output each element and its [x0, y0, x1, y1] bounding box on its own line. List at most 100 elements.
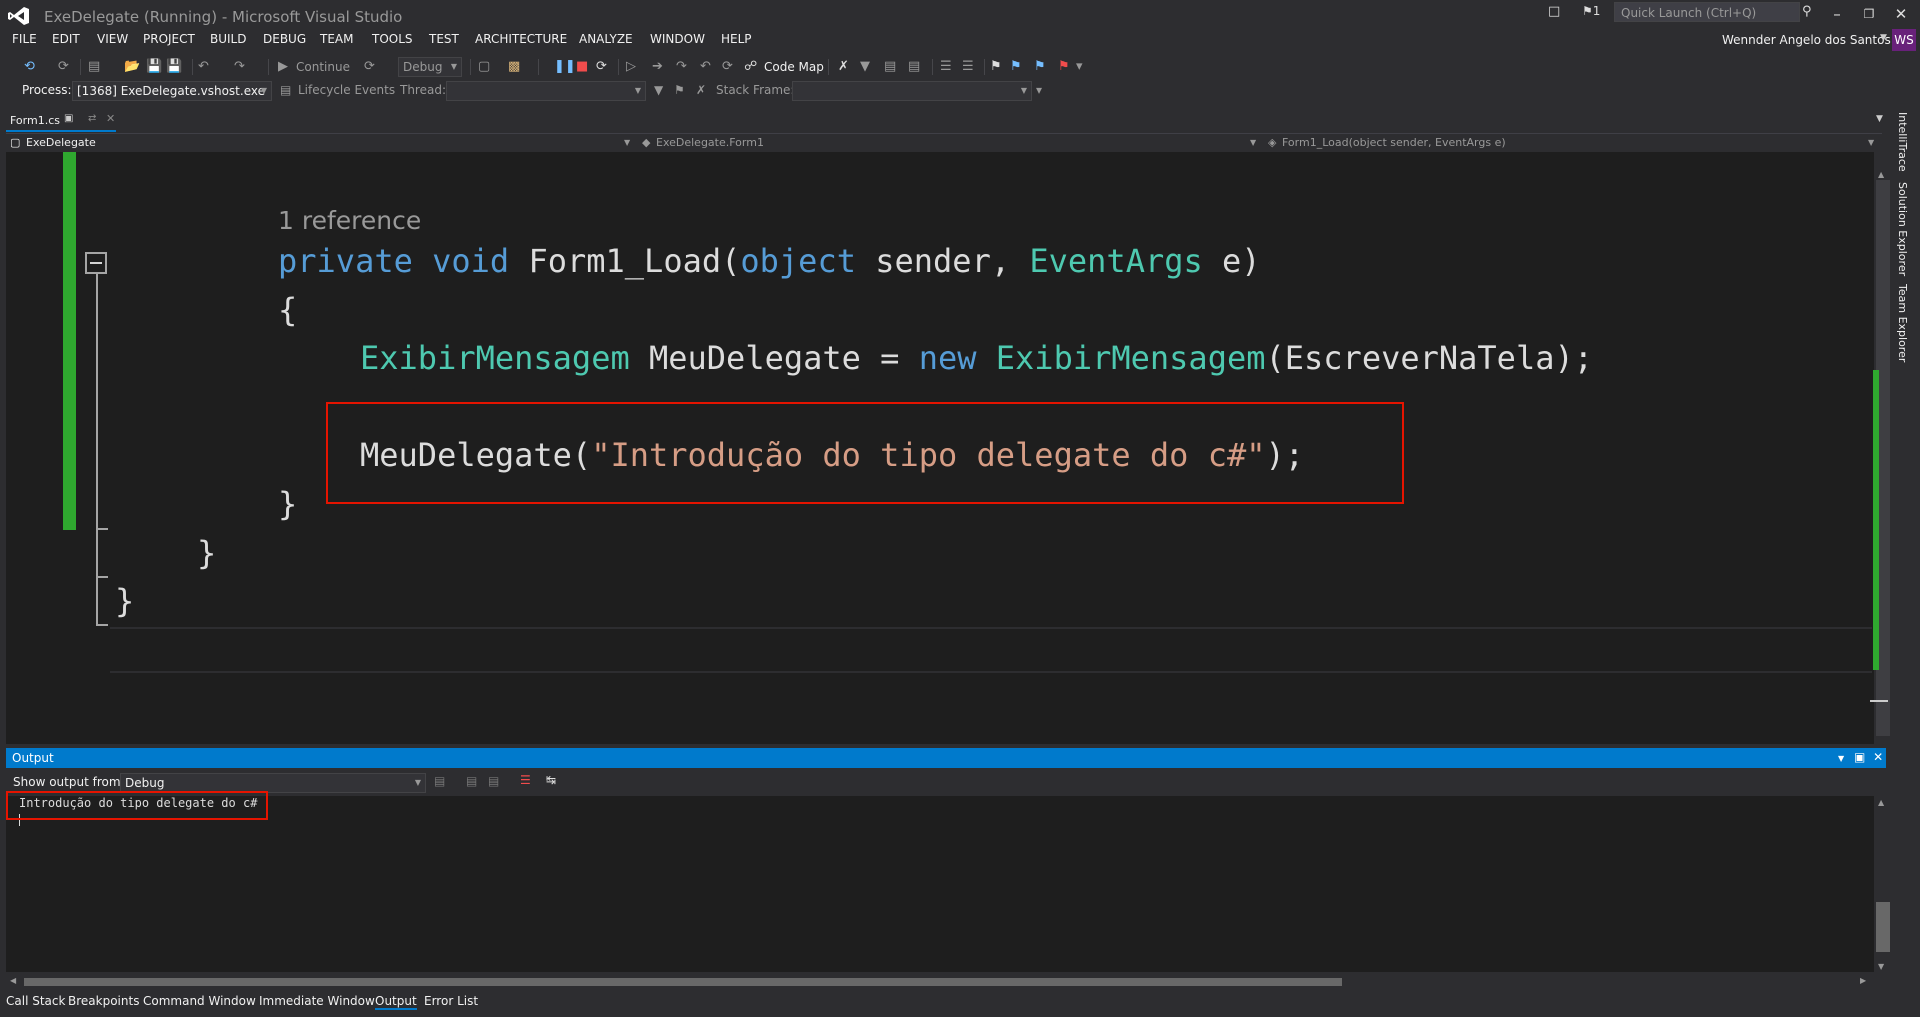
step-out-icon[interactable]: ↶ [700, 56, 711, 78]
code-line-close-brace[interactable]: } [278, 484, 297, 524]
chevron-down-icon[interactable]: ▼ [1880, 33, 1887, 43]
code-line-open-brace[interactable]: { [278, 290, 297, 330]
menu-build[interactable]: BUILD [210, 32, 246, 46]
navigate-back-icon[interactable]: ⟲ [24, 56, 35, 78]
process-dropdown[interactable]: [1368] ExeDelegate.vshost.exe ▼ [72, 81, 272, 101]
save-icon[interactable]: 💾 [146, 56, 162, 78]
avatar[interactable]: WS [1892, 29, 1916, 51]
active-files-dropdown-icon[interactable]: ▼ [1876, 114, 1883, 124]
feedback-flag-icon[interactable]: ⚑1 [1582, 4, 1600, 18]
undo-icon[interactable]: ↶ [198, 56, 209, 78]
flag-thread-icon[interactable]: ⚑ [674, 83, 685, 97]
close-icon[interactable]: ✕ [106, 112, 115, 125]
collapse-region-icon[interactable] [85, 252, 107, 274]
chevron-down-icon[interactable]: ▼ [1838, 754, 1844, 763]
menu-window[interactable]: WINDOW [650, 32, 705, 46]
scrollbar-thumb[interactable] [1876, 902, 1890, 952]
code-map-button[interactable]: Code Map [764, 56, 824, 78]
prev-message-icon[interactable]: ▤ [466, 774, 477, 788]
scroll-up-icon[interactable]: ▲ [1878, 798, 1884, 807]
new-project-icon[interactable]: ▤ [88, 56, 100, 78]
filter-icon[interactable]: ▼ [654, 83, 663, 97]
bookmark-icon[interactable]: ⚑ [990, 56, 1002, 78]
chevron-down-icon[interactable]: ▼ [1868, 134, 1874, 152]
attach-icon[interactable]: ▩ [508, 56, 520, 78]
menu-analyze[interactable]: ANALYZE [579, 32, 633, 46]
output-text-area[interactable] [6, 796, 1876, 972]
scroll-up-icon[interactable]: ▲ [1878, 170, 1884, 179]
comment-icon[interactable]: ☰ [940, 56, 952, 78]
chevron-down-icon[interactable]: ▼ [1250, 134, 1256, 152]
solution-configuration-dropdown[interactable]: Debug ▼ [398, 57, 462, 77]
tab-form1-cs[interactable]: Form1.cs ▣ ⇄ ✕ [6, 112, 116, 132]
step-into-icon[interactable]: ➔ [652, 56, 663, 78]
search-icon[interactable]: ⚲ [1802, 4, 1812, 19]
scroll-right-icon[interactable]: ▶ [1860, 976, 1866, 985]
thread-icon[interactable]: ✗ [838, 56, 849, 78]
preview-icon[interactable]: ⇄ [88, 113, 96, 124]
continue-icon[interactable]: ▶ [278, 56, 288, 78]
show-next-statement-icon[interactable]: ▷ [626, 56, 636, 78]
member-dropdown[interactable]: Form1_Load(object sender, EventArgs e) [1282, 134, 1506, 152]
scroll-left-icon[interactable]: ◀ [10, 976, 16, 985]
dropdown-icon[interactable]: ▼ [860, 56, 870, 78]
menu-architecture[interactable]: ARCHITECTURE [475, 32, 567, 46]
side-tab-team-explorer[interactable]: Team Explorer [1896, 284, 1909, 362]
indent-icon[interactable]: ▤ [908, 56, 920, 78]
side-tab-intellitrace[interactable]: IntelliTrace [1896, 112, 1909, 172]
close-icon[interactable]: ✕ [1873, 750, 1883, 764]
clear-bookmarks-icon[interactable]: ⚑ [1058, 56, 1070, 78]
quick-launch-input[interactable]: Quick Launch (Ctrl+Q) [1614, 2, 1800, 22]
scroll-down-icon[interactable]: ▼ [1878, 962, 1884, 971]
close-button[interactable]: ✕ [1884, 2, 1918, 26]
navigate-forward-icon[interactable]: ⟳ [58, 56, 69, 78]
side-tab-solution-explorer[interactable]: Solution Explorer [1896, 182, 1909, 276]
notifications-icon[interactable]: □ [1548, 4, 1560, 19]
menu-debug[interactable]: DEBUG [263, 32, 306, 46]
tab-error-list[interactable]: Error List [424, 994, 478, 1008]
save-all-icon[interactable]: 💾 [166, 56, 182, 78]
restore-button[interactable]: ❐ [1852, 2, 1886, 26]
codelens-references[interactable]: 1 reference [278, 206, 421, 235]
break-all-icon[interactable]: ❚❚ [554, 56, 576, 78]
pin-icon[interactable]: ▣ [64, 113, 73, 124]
tab-call-stack[interactable]: Call Stack [6, 994, 65, 1008]
uncomment-icon[interactable]: ☰ [962, 56, 974, 78]
word-wrap-icon[interactable]: ↹ [546, 773, 556, 787]
chevron-down-icon[interactable]: ▼ [624, 134, 630, 152]
redo-icon[interactable]: ↷ [234, 56, 245, 78]
find-message-icon[interactable]: ▤ [434, 774, 445, 788]
code-line-method-signature[interactable]: private void Form1_Load(object sender, E… [278, 241, 1261, 281]
output-source-dropdown[interactable]: Debug ▼ [120, 773, 426, 793]
user-name[interactable]: Wennder Angelo dos Santos [1722, 33, 1891, 47]
clear-flags-icon[interactable]: ✗ [696, 83, 706, 97]
toolbar-overflow-icon[interactable]: ▾ [1036, 83, 1042, 97]
clear-all-icon[interactable]: ☰ [520, 773, 531, 787]
stack-frame-dropdown[interactable]: ▼ [792, 81, 1032, 101]
align-icon[interactable]: ▤ [884, 56, 896, 78]
menu-file[interactable]: FILE [12, 32, 37, 46]
code-line-close-brace[interactable]: } [197, 533, 216, 573]
menu-tools[interactable]: TOOLS [372, 32, 413, 46]
menu-test[interactable]: TEST [429, 32, 459, 46]
pin-icon[interactable]: ▣ [1854, 750, 1865, 764]
scrollbar-thumb[interactable] [24, 978, 1342, 986]
lifecycle-icon[interactable]: ▤ [280, 83, 291, 97]
continue-button[interactable]: Continue [296, 56, 350, 78]
next-message-icon[interactable]: ▤ [488, 774, 499, 788]
code-line-close-brace[interactable]: } [115, 581, 134, 621]
menu-project[interactable]: PROJECT [143, 32, 195, 46]
next-bookmark-icon[interactable]: ⚑ [1034, 56, 1046, 78]
toolbar-overflow-icon[interactable]: ▾ [1076, 56, 1083, 78]
tab-immediate-window[interactable]: Immediate Window [259, 994, 375, 1008]
tab-breakpoints[interactable]: Breakpoints [68, 994, 139, 1008]
refresh-icon[interactable]: ⟳ [364, 56, 375, 78]
menu-view[interactable]: VIEW [97, 32, 128, 46]
project-dropdown[interactable]: ExeDelegate [26, 134, 96, 152]
find-in-files-icon[interactable]: ▢ [478, 56, 490, 78]
minimize-button[interactable]: – [1820, 2, 1854, 26]
code-line-delegate-instantiation[interactable]: ExibirMensagem MeuDelegate = new ExibirM… [360, 338, 1593, 378]
type-dropdown[interactable]: ExeDelegate.Form1 [656, 134, 764, 152]
thread-dropdown[interactable]: ▼ [446, 81, 646, 101]
code-map-icon[interactable]: ☍ [744, 56, 757, 78]
